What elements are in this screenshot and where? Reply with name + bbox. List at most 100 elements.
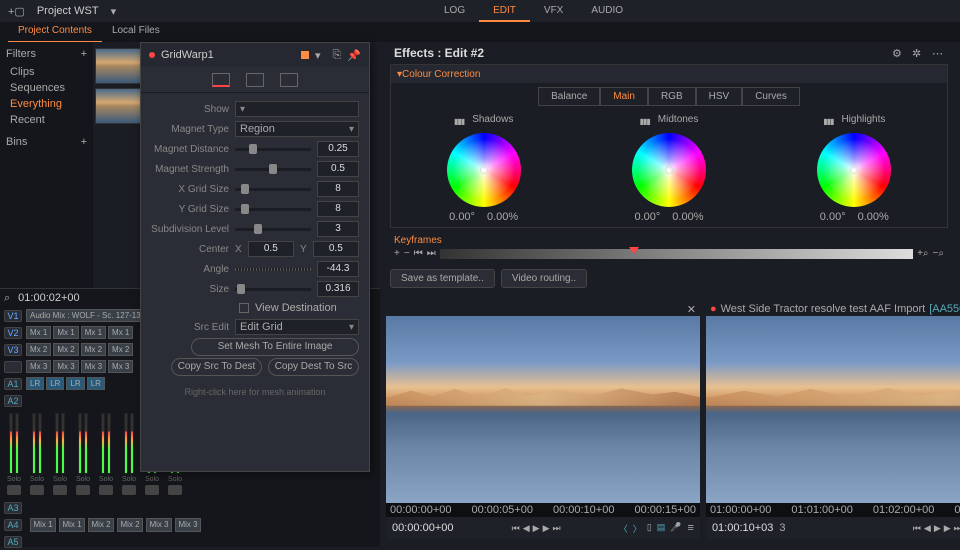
- gw-tab-1[interactable]: [212, 73, 230, 87]
- view-dest-checkbox[interactable]: [239, 303, 249, 313]
- track-a5[interactable]: A5: [4, 536, 22, 548]
- video-routing-button[interactable]: Video routing..: [501, 269, 587, 288]
- kf-add-icon[interactable]: +: [394, 248, 400, 259]
- timecode-display[interactable]: 01:00:10+03: [712, 522, 773, 534]
- step-back-icon[interactable]: ◀: [924, 523, 931, 534]
- kf-zoom-in-icon[interactable]: +⌕: [917, 248, 928, 259]
- cc-tab-curves[interactable]: Curves: [742, 87, 800, 106]
- link-icon[interactable]: ⎘: [332, 49, 341, 62]
- fader[interactable]: [7, 485, 21, 495]
- source-image[interactable]: [386, 316, 700, 503]
- fader[interactable]: [122, 485, 136, 495]
- size-value[interactable]: 0.316: [317, 281, 359, 297]
- filter-clips[interactable]: Clips: [6, 64, 87, 80]
- track-a4[interactable]: A4: [4, 519, 22, 531]
- timecode-ruler[interactable]: 00:00:00+0000:00:05+0000:00:10+0000:00:1…: [386, 503, 700, 517]
- timeline-timecode[interactable]: 01:00:02+00: [18, 292, 79, 304]
- magnet-str-value[interactable]: 0.5: [317, 161, 359, 177]
- marker-icon[interactable]: ▯: [647, 522, 652, 535]
- fader[interactable]: [30, 485, 44, 495]
- bars-icon[interactable]: ▮▮▮: [823, 117, 833, 126]
- center-x-value[interactable]: 0.5: [248, 241, 294, 257]
- center-y-value[interactable]: 0.5: [313, 241, 359, 257]
- angle-slider[interactable]: [235, 268, 311, 271]
- ygrid-slider[interactable]: [235, 208, 311, 211]
- gw-tab-3[interactable]: [280, 73, 298, 87]
- track-a1[interactable]: A1: [4, 378, 22, 390]
- keyframe-marker[interactable]: [629, 247, 639, 254]
- goto-start-icon[interactable]: ⏮: [512, 523, 520, 534]
- gear-icon[interactable]: ✲: [912, 47, 924, 59]
- add-filter-icon[interactable]: +: [81, 48, 87, 60]
- step-fwd-icon[interactable]: ▶: [944, 523, 951, 534]
- fader[interactable]: [168, 485, 182, 495]
- goto-start-icon[interactable]: ⏮: [913, 523, 921, 534]
- cc-tab-hsv[interactable]: HSV: [696, 87, 743, 106]
- track-a3[interactable]: A3: [4, 502, 22, 514]
- track-v1[interactable]: V1: [4, 310, 22, 322]
- step-fwd-icon[interactable]: ▶: [543, 523, 550, 534]
- size-slider[interactable]: [235, 288, 311, 291]
- track-v2[interactable]: V2: [4, 327, 22, 339]
- fader[interactable]: [53, 485, 67, 495]
- fader[interactable]: [145, 485, 159, 495]
- tab-local-files[interactable]: Local Files: [102, 22, 170, 42]
- highlights-color-wheel[interactable]: [817, 133, 891, 207]
- tab-audio[interactable]: AUDIO: [577, 1, 637, 22]
- track-v3[interactable]: V3: [4, 344, 22, 356]
- set-mesh-button[interactable]: Set Mesh To Entire Image: [191, 338, 359, 356]
- tool-icon[interactable]: ▤: [657, 522, 666, 535]
- magnet-dist-slider[interactable]: [235, 148, 311, 151]
- tab-log[interactable]: LOG: [430, 1, 479, 22]
- ygrid-value[interactable]: 8: [317, 201, 359, 217]
- cc-tab-main[interactable]: Main: [600, 87, 648, 106]
- show-select[interactable]: [235, 101, 359, 117]
- shadows-color-wheel[interactable]: [447, 133, 521, 207]
- mark-out-icon[interactable]: 〉: [633, 522, 642, 535]
- colour-correction-header[interactable]: Colour Correction: [391, 65, 947, 83]
- pin-icon[interactable]: 📌: [347, 49, 361, 62]
- tab-edit[interactable]: EDIT: [479, 1, 530, 22]
- filter-sequences[interactable]: Sequences: [6, 80, 87, 96]
- search-icon[interactable]: ⌕: [4, 292, 10, 305]
- src-edit-select[interactable]: Edit Grid: [235, 319, 359, 335]
- copy-dest-button[interactable]: Copy Dest To Src: [268, 358, 359, 376]
- play-icon[interactable]: ▶: [533, 523, 540, 534]
- midtones-color-wheel[interactable]: [632, 133, 706, 207]
- gw-tab-2[interactable]: [246, 73, 264, 87]
- filter-recent[interactable]: Recent: [6, 112, 87, 128]
- dropdown-icon[interactable]: ▾: [111, 5, 117, 18]
- settings-icon[interactable]: ⚙: [892, 47, 904, 59]
- record-image[interactable]: [706, 316, 960, 503]
- track-a2[interactable]: A2: [4, 395, 22, 407]
- kf-next-icon[interactable]: ⏭: [427, 248, 436, 259]
- magnet-str-slider[interactable]: [235, 168, 311, 171]
- subdiv-value[interactable]: 3: [317, 221, 359, 237]
- color-swatch-icon[interactable]: [301, 51, 309, 59]
- magnet-dist-value[interactable]: 0.25: [317, 141, 359, 157]
- kf-prev-icon[interactable]: ⏮: [414, 248, 423, 259]
- angle-value[interactable]: -44.3: [317, 261, 359, 277]
- bars-icon[interactable]: ▮▮▮: [640, 117, 650, 126]
- play-icon[interactable]: ▶: [934, 523, 941, 534]
- more-icon[interactable]: ⋯: [932, 47, 944, 59]
- cc-tab-rgb[interactable]: RGB: [648, 87, 696, 106]
- subdiv-slider[interactable]: [235, 228, 311, 231]
- audio-icon[interactable]: 🎤: [670, 522, 681, 535]
- mark-in-icon[interactable]: 〈: [619, 522, 628, 535]
- filter-everything[interactable]: Everything: [6, 96, 87, 112]
- fader[interactable]: [99, 485, 113, 495]
- goto-end-icon[interactable]: ⏭: [954, 523, 960, 534]
- project-name[interactable]: Project WST: [37, 5, 99, 17]
- cc-tab-balance[interactable]: Balance: [538, 87, 600, 106]
- menu-icon[interactable]: +▢: [8, 5, 25, 18]
- add-bin-icon[interactable]: +: [81, 136, 87, 148]
- close-icon[interactable]: ✕: [687, 303, 696, 316]
- keyframe-track[interactable]: [440, 249, 913, 259]
- fader[interactable]: [76, 485, 90, 495]
- dropdown-icon[interactable]: ▾: [315, 49, 321, 62]
- step-back-icon[interactable]: ◀: [523, 523, 530, 534]
- save-template-button[interactable]: Save as template..: [390, 269, 495, 288]
- copy-src-button[interactable]: Copy Src To Dest: [171, 358, 262, 376]
- menu-icon[interactable]: ≡: [688, 522, 694, 534]
